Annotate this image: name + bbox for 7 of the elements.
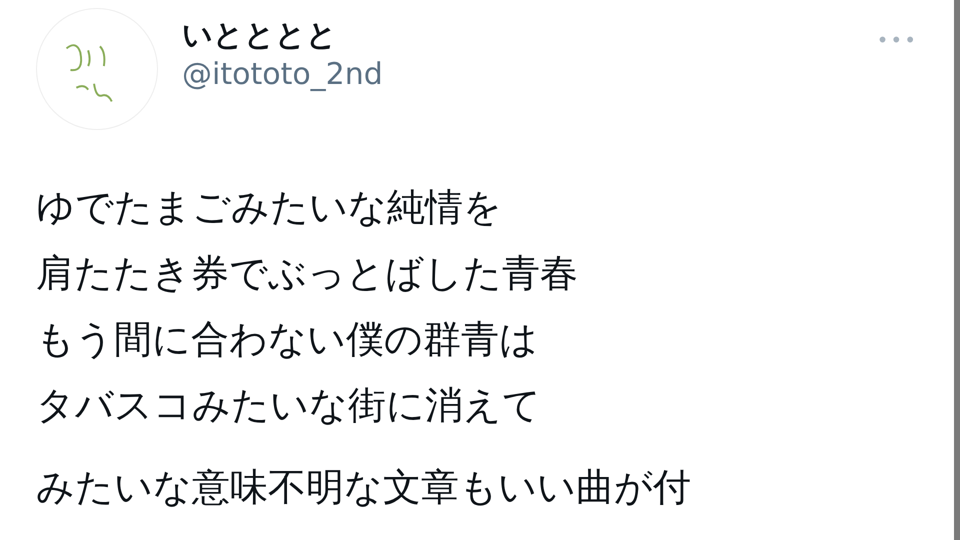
tweet-text-line: タバスコみたいな街に消えて xyxy=(36,382,542,429)
display-name[interactable]: いとととと xyxy=(182,16,877,55)
tweet-text-line: もう間に合わない僕の群青は xyxy=(36,316,539,363)
user-handle[interactable]: @itototo_2nd xyxy=(182,55,877,94)
tweet-text-line: ゆでたまごみたいな純情を xyxy=(36,184,503,231)
tweet-text-line: 肩たたき券でぶっとばした青春 xyxy=(36,250,579,297)
tweet-text-line: みたいな意味不明な文章もいい曲が付 xyxy=(36,464,692,511)
